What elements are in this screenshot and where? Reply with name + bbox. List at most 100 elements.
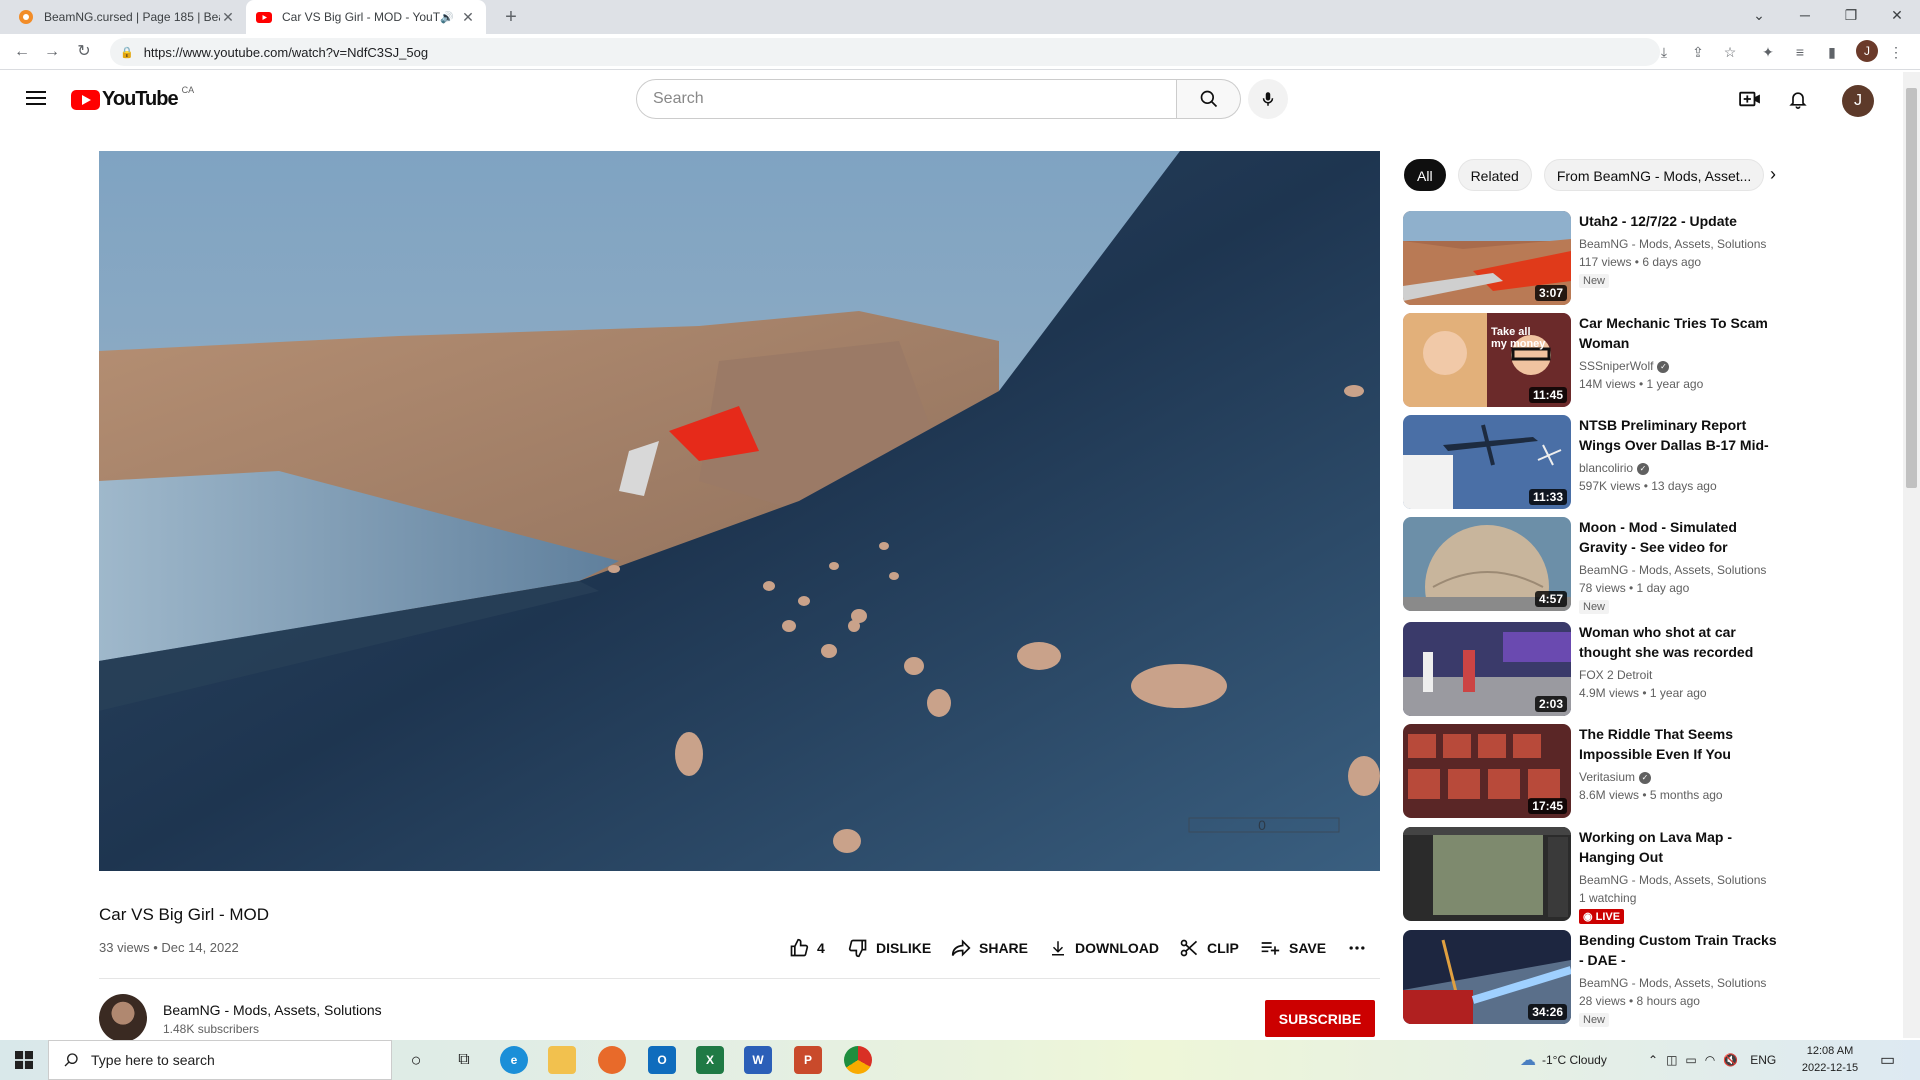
recommendation-channel[interactable]: Veritasium ✓ bbox=[1579, 768, 1783, 786]
close-window-button[interactable]: ✕ bbox=[1874, 0, 1920, 34]
recommendation-title[interactable]: Car Mechanic Tries To Scam Woman bbox=[1579, 313, 1783, 353]
side-panel-icon[interactable]: ▮ bbox=[1820, 40, 1844, 64]
notifications-button[interactable] bbox=[1786, 87, 1810, 111]
weather-widget[interactable]: ☁ -1°C Cloudy bbox=[1520, 1040, 1607, 1080]
recommendation-title[interactable]: Utah2 - 12/7/22 - Update bbox=[1579, 211, 1783, 231]
chip-all[interactable]: All bbox=[1404, 159, 1446, 191]
video-thumbnail[interactable]: 3:07 bbox=[1403, 211, 1571, 305]
taskbar-clock[interactable]: 12:08 AM 2022-12-15 bbox=[1800, 1043, 1860, 1077]
recommendation-channel[interactable]: SSSniperWolf ✓ bbox=[1579, 357, 1783, 375]
menu-icon[interactable] bbox=[24, 87, 48, 111]
tab-search-icon[interactable]: ⌄ bbox=[1736, 0, 1782, 34]
voice-search-button[interactable] bbox=[1248, 79, 1288, 119]
edge-icon[interactable]: e bbox=[500, 1046, 528, 1074]
search-button[interactable] bbox=[1177, 79, 1241, 119]
chevron-up-icon[interactable]: ⌃ bbox=[1648, 1053, 1658, 1067]
video-thumbnail[interactable]: 4:57 bbox=[1403, 517, 1571, 611]
minimize-button[interactable]: ─ bbox=[1782, 0, 1828, 34]
bookmark-star-icon[interactable]: ☆ bbox=[1718, 40, 1742, 64]
recommendation-channel[interactable]: FOX 2 Detroit bbox=[1579, 666, 1783, 684]
more-actions-button[interactable] bbox=[1347, 938, 1375, 958]
subscribe-button[interactable]: SUBSCRIBE bbox=[1265, 1000, 1375, 1037]
recommendation-card[interactable]: Take all my money 11:45 Car Mechanic Tries … bbox=[1403, 313, 1783, 407]
task-view-icon[interactable]: ⧉ bbox=[450, 1046, 478, 1074]
chip-from-channel[interactable]: From BeamNG - Mods, Asset... bbox=[1543, 159, 1765, 191]
battery-icon[interactable]: ▭ bbox=[1685, 1053, 1696, 1067]
video-thumbnail[interactable]: 34:26 bbox=[1403, 930, 1571, 1024]
recommendation-title[interactable]: Working on Lava Map - Hanging Out bbox=[1579, 827, 1783, 867]
share-button[interactable]: SHARE bbox=[951, 938, 1028, 958]
reload-icon[interactable]: ↻ bbox=[72, 40, 96, 64]
outlook-icon[interactable]: O bbox=[648, 1046, 676, 1074]
install-icon[interactable]: ⤓ bbox=[1652, 40, 1676, 64]
close-tab-icon[interactable]: ✕ bbox=[220, 9, 236, 26]
extensions-icon[interactable]: ✦ bbox=[1756, 40, 1780, 64]
recommendation-card[interactable]: Working on Lava Map - Hanging Out BeamNG … bbox=[1403, 827, 1783, 924]
video-thumbnail[interactable]: 2:03 bbox=[1403, 622, 1571, 716]
browser-tab-youtube[interactable]: Car VS Big Girl - MOD - YouTube 🔊 ✕ bbox=[246, 0, 486, 34]
video-thumbnail[interactable]: Take all my money 11:45 bbox=[1403, 313, 1571, 407]
powerpoint-icon[interactable]: P bbox=[794, 1046, 822, 1074]
recommendation-card[interactable]: 3:07 Utah2 - 12/7/22 - Update BeamNG - Mod… bbox=[1403, 211, 1783, 305]
cortana-icon[interactable]: ○ bbox=[402, 1046, 430, 1074]
recommendation-channel[interactable]: BeamNG - Mods, Assets, Solutions bbox=[1579, 871, 1783, 889]
user-avatar[interactable]: J bbox=[1842, 85, 1874, 117]
recommendation-card[interactable]: 11:33 NTSB Preliminary Report Wings Over … bbox=[1403, 415, 1783, 509]
save-button[interactable]: SAVE bbox=[1259, 938, 1326, 958]
recommendation-title[interactable]: Woman who shot at car thought she was re… bbox=[1579, 622, 1783, 662]
speaker-icon[interactable]: 🔊 bbox=[440, 11, 454, 24]
recommendation-card[interactable]: 17:45 The Riddle That Seems Impossible Ev… bbox=[1403, 724, 1783, 818]
recommendation-title[interactable]: The Riddle That Seems Impossible Even If… bbox=[1579, 724, 1783, 764]
media-control-icon[interactable]: ≡ bbox=[1788, 40, 1812, 64]
recommendation-title[interactable]: NTSB Preliminary Report Wings Over Dalla… bbox=[1579, 415, 1783, 455]
back-arrow-icon[interactable]: ← bbox=[10, 40, 34, 64]
recommendation-card[interactable]: 4:57 Moon - Mod - Simulated Gravity - See… bbox=[1403, 517, 1783, 614]
download-button[interactable]: DOWNLOAD bbox=[1049, 938, 1159, 958]
clip-button[interactable]: CLIP bbox=[1179, 938, 1239, 958]
channel-avatar[interactable] bbox=[99, 994, 147, 1042]
video-thumbnail[interactable] bbox=[1403, 827, 1571, 921]
like-button[interactable]: 4 bbox=[789, 938, 825, 958]
forward-arrow-icon[interactable]: → bbox=[40, 40, 64, 64]
scrollbar-thumb[interactable] bbox=[1906, 88, 1917, 488]
address-bar[interactable]: 🔒 https://www.youtube.com/watch?v=NdfC3S… bbox=[110, 38, 1660, 66]
video-player[interactable]: 0 bbox=[99, 151, 1380, 871]
chevron-right-icon[interactable]: › bbox=[1770, 164, 1776, 185]
recommendation-card[interactable]: 2:03 Woman who shot at car thought she wa… bbox=[1403, 622, 1783, 716]
excel-icon[interactable]: X bbox=[696, 1046, 724, 1074]
recommendation-title[interactable]: Bending Custom Train Tracks - DAE - bbox=[1579, 930, 1783, 970]
system-tray-icons[interactable]: ⌃ ◫ ▭ ◠ 🔇 ENG bbox=[1648, 1040, 1776, 1080]
new-tab-button[interactable]: + bbox=[498, 4, 524, 30]
page-scrollbar[interactable] bbox=[1903, 72, 1920, 1038]
recommendation-channel[interactable]: BeamNG - Mods, Assets, Solutions bbox=[1579, 974, 1783, 992]
recommendation-channel[interactable]: BeamNG - Mods, Assets, Solutions bbox=[1579, 561, 1783, 579]
search-input[interactable] bbox=[636, 79, 1177, 119]
word-icon[interactable]: W bbox=[744, 1046, 772, 1074]
recommendation-title[interactable]: Moon - Mod - Simulated Gravity - See vid… bbox=[1579, 517, 1783, 557]
chrome-icon[interactable] bbox=[844, 1046, 872, 1074]
language-indicator[interactable]: ENG bbox=[1750, 1053, 1776, 1067]
video-thumbnail[interactable]: 17:45 bbox=[1403, 724, 1571, 818]
dislike-button[interactable]: DISLIKE bbox=[848, 938, 931, 958]
start-button[interactable] bbox=[0, 1040, 48, 1080]
wifi-icon[interactable]: ◠ bbox=[1705, 1053, 1715, 1067]
recommendation-channel[interactable]: blancolirio ✓ bbox=[1579, 459, 1783, 477]
file-explorer-icon[interactable] bbox=[548, 1046, 576, 1074]
recommendation-channel[interactable]: BeamNG - Mods, Assets, Solutions bbox=[1579, 235, 1783, 253]
browser-tab-beamng[interactable]: BeamNG.cursed | Page 185 | BeamNG ✕ bbox=[8, 0, 246, 34]
notification-center-icon[interactable]: ▭ bbox=[1880, 1040, 1895, 1080]
volume-mute-icon[interactable]: 🔇 bbox=[1723, 1053, 1738, 1067]
create-video-button[interactable] bbox=[1738, 87, 1762, 111]
taskbar-search-box[interactable]: Type here to search bbox=[48, 1040, 392, 1080]
recommendation-card[interactable]: 34:26 Bending Custom Train Tracks - DAE -… bbox=[1403, 930, 1783, 1027]
channel-name[interactable]: BeamNG - Mods, Assets, Solutions bbox=[163, 1002, 382, 1018]
network-icon[interactable]: ◫ bbox=[1666, 1053, 1677, 1067]
maximize-button[interactable]: ❐ bbox=[1828, 0, 1874, 34]
close-tab-icon[interactable]: ✕ bbox=[460, 9, 476, 26]
firefox-icon[interactable] bbox=[598, 1046, 626, 1074]
chrome-menu-icon[interactable]: ⋮ bbox=[1884, 40, 1908, 64]
browser-profile-avatar[interactable]: J bbox=[1856, 40, 1878, 62]
youtube-logo[interactable]: YouTube CA bbox=[71, 85, 194, 111]
share-page-icon[interactable]: ⇪ bbox=[1686, 40, 1710, 64]
chip-related[interactable]: Related bbox=[1457, 159, 1532, 191]
